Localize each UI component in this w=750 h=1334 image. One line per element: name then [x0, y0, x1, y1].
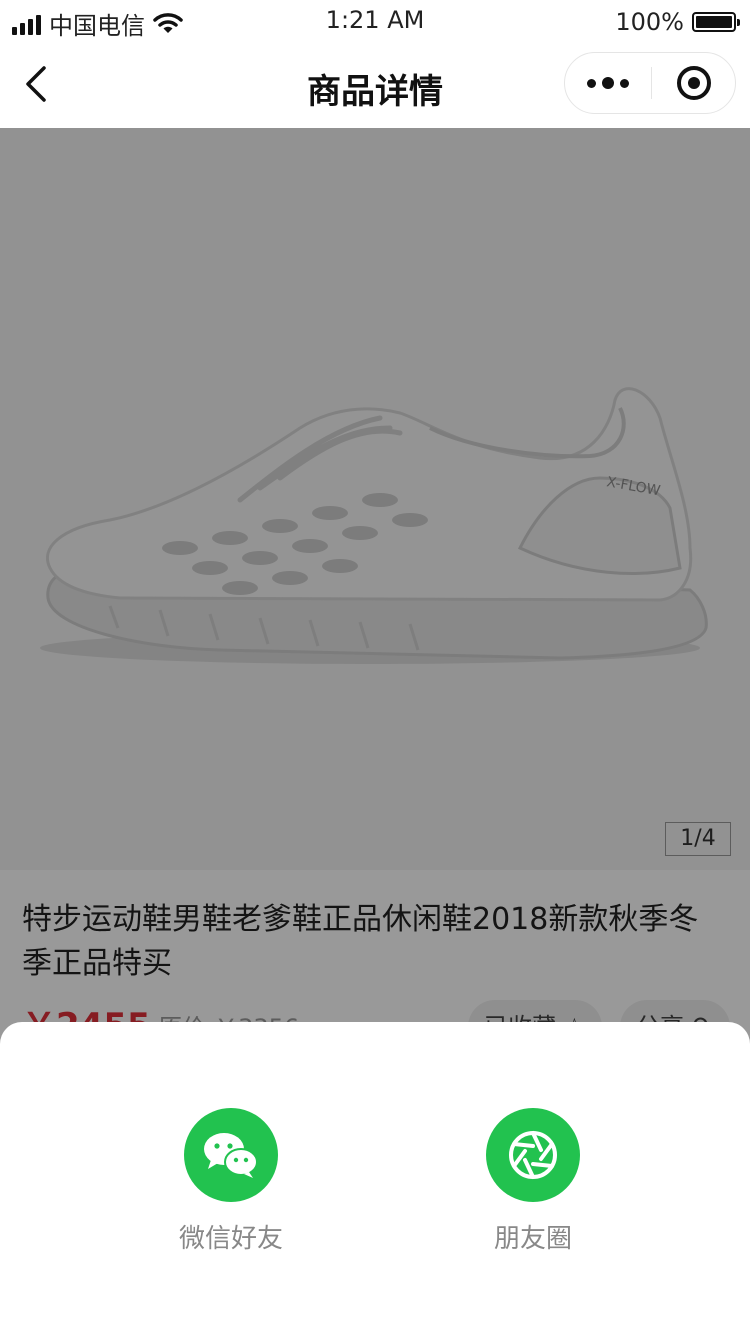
more-button[interactable]	[565, 53, 651, 113]
moments-icon-circle	[486, 1108, 580, 1202]
share-sheet: 微信好友 朋友圈	[0, 1022, 750, 1334]
moments-icon	[509, 1131, 557, 1179]
share-item-label: 朋友圈	[493, 1224, 572, 1254]
nav-bar: 商品详情	[0, 44, 750, 128]
battery-percent: 100%	[615, 8, 684, 36]
status-bar: 中国电信 1:21 AM 100%	[0, 0, 750, 44]
close-program-button[interactable]	[651, 53, 737, 113]
share-moments-button[interactable]: 朋友圈	[433, 1108, 633, 1255]
more-dot-icon	[587, 78, 596, 88]
wechat-icon	[204, 1133, 258, 1178]
wechat-icon-circle	[184, 1108, 278, 1202]
share-item-label: 微信好友	[178, 1224, 283, 1254]
share-wechat-friend-button[interactable]: 微信好友	[131, 1108, 331, 1255]
target-icon	[677, 66, 711, 100]
battery-icon	[692, 12, 740, 32]
more-dot-icon	[602, 77, 614, 89]
mini-program-capsule	[564, 52, 736, 114]
more-dot-icon	[620, 78, 629, 88]
status-right: 100%	[615, 8, 740, 36]
